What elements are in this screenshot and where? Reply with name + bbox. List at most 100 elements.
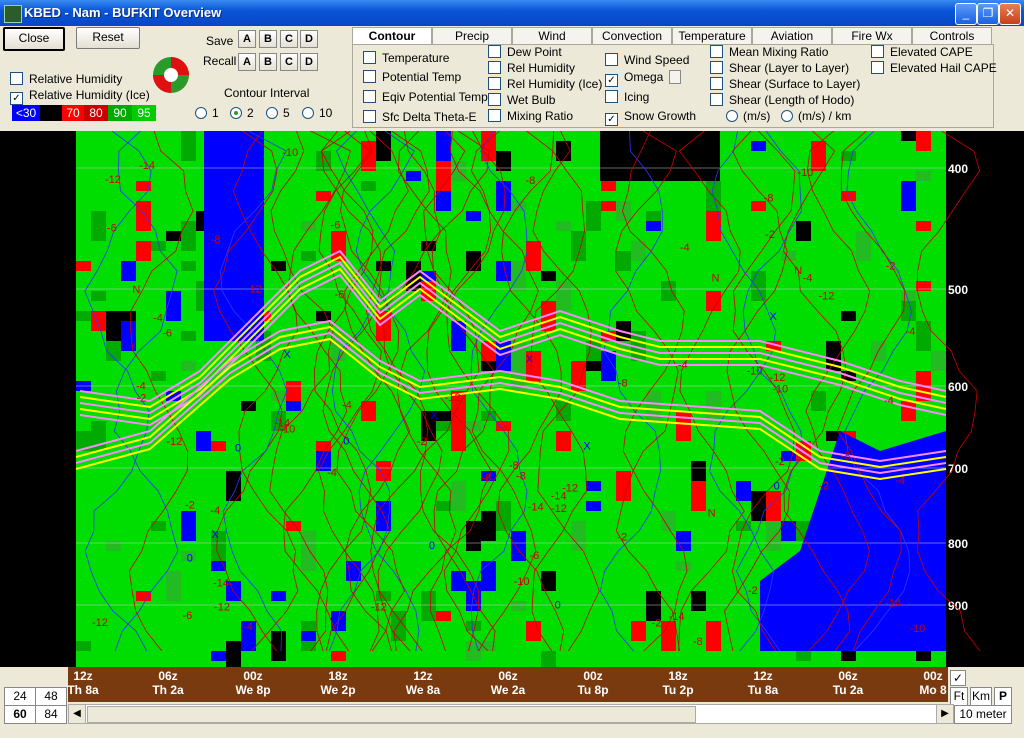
level-select[interactable]: 10 meter [954,705,1012,724]
hours-84-button[interactable]: 84 [35,705,67,724]
scroll-thumb[interactable] [87,706,696,723]
reset-button[interactable]: Reset [76,27,140,49]
tab-controls[interactable]: Controls [912,27,992,44]
recall-slot-a[interactable]: A [238,53,256,71]
tab-temperature[interactable]: Temperature [672,27,752,44]
contour-check-shear-length-of-hodo-[interactable]: Shear (Length of Hodo) [710,93,854,107]
contour-label: -4 [678,359,688,371]
contour-label: X [583,441,591,453]
contour-check-wet-bulb[interactable]: Wet Bulb [488,93,555,107]
close-button[interactable]: Close [3,27,65,51]
rh-cell [781,251,796,261]
recall-slot-b[interactable]: B [259,53,277,71]
tab-wind[interactable]: Wind [512,27,592,44]
contour-label: -12 [246,283,262,295]
tab-aviation[interactable]: Aviation [752,27,832,44]
interval-radio-5[interactable]: 5 [266,106,290,120]
minimize-button[interactable]: _ [955,3,977,25]
recall-slot-c[interactable]: C [280,53,298,71]
contour-label: -10 [747,366,763,378]
contour-check-temperature[interactable]: Temperature [363,51,449,65]
rh-cell [361,401,376,421]
contour-check-shear-layer-to-layer-[interactable]: Shear (Layer to Layer) [710,61,849,75]
rh-cell [526,241,541,271]
rh-cell [376,591,391,601]
check-relative-humidity-ice[interactable]: ✓ Relative Humidity (Ice) [10,88,150,105]
rh-cell [481,561,496,591]
contour-check-rel-humidity[interactable]: Rel Humidity [488,61,575,75]
contour-check-mean-mixing-ratio[interactable]: Mean Mixing Ratio [710,45,828,59]
omega-color-button[interactable] [669,70,681,84]
shear-unit-radio-1[interactable]: (m/s) / km [781,109,851,123]
contour-check-icing[interactable]: Icing [605,90,649,104]
contour-check-elevated-cape[interactable]: Elevated CAPE [871,45,973,59]
contour-label: -12 [818,291,834,303]
tab-strip: Contour Precip Wind Convection Temperature Av… [352,27,992,44]
contour-check-elevated-hail-cape[interactable]: Elevated Hail CAPE [871,61,997,75]
pressure-label-700: 700 [948,462,968,476]
units-km-button[interactable]: Km [970,687,992,706]
interval-radio-10[interactable]: 10 [302,106,332,120]
rh-cell [451,321,466,351]
tab-precip[interactable]: Precip [432,27,512,44]
contour-check-potential-temp[interactable]: Potential Temp [363,70,461,84]
contour-check-rel-humidity-ice-[interactable]: Rel Humidity (Ice) [488,77,602,91]
contour-check-eqiv-potential-temp[interactable]: Eqiv Potential Temp [363,90,488,104]
rh-cell [181,261,196,271]
rh-cell [916,651,931,661]
save-slot-b[interactable]: B [259,30,277,48]
scroll-right-arrow[interactable]: ▶ [936,705,953,723]
contour-check-dew-point[interactable]: Dew Point [488,45,562,59]
rh-cell [481,511,496,541]
rh-cell [91,291,106,301]
save-slot-c[interactable]: C [280,30,298,48]
hours-24-button[interactable]: 24 [4,687,36,706]
rh-cell [451,571,466,591]
time-tick-10: 00z Mo 8 [919,669,947,697]
tab-fire-wx[interactable]: Fire Wx [832,27,912,44]
time-scrollbar[interactable]: ◀ ▶ [68,704,954,724]
rh-cell [751,141,766,151]
window-title: KBED - Nam - BUFKIT Overview [24,5,222,20]
contour-check-mixing-ratio[interactable]: Mixing Ratio [488,109,573,123]
rh-cell [496,421,511,431]
rh-cell [106,541,121,551]
interval-radio-1[interactable]: 1 [195,106,219,120]
save-label: Save [206,34,234,48]
rh-cell [586,481,601,491]
app-icon [4,5,22,23]
scroll-left-arrow[interactable]: ◀ [69,705,86,723]
contour-label: -12 [166,436,182,448]
rh-cell [481,361,496,371]
pressure-label-500: 500 [948,283,968,297]
contour-check-sfc-delta-theta-e[interactable]: Sfc Delta Theta-E [363,110,477,124]
contour-label: 0 [429,540,435,552]
interval-radio-2[interactable]: 2 [230,106,254,120]
rh-cell [511,601,526,611]
units-p-button[interactable]: P [994,687,1012,706]
contour-check-snow-growth[interactable]: ✓ Snow Growth [605,109,696,126]
contour-label: -6 [107,222,117,234]
contour-label: -14 [213,577,229,589]
bufkit-time-height-plot[interactable]: 400 500 600 700 800 900 -14 -8 -2 X -12 -6 -12 N -6 -12… [0,131,1024,667]
time-tick-5: 06z We 2a [490,669,526,697]
rh-cell [181,221,196,251]
check-relative-humidity[interactable]: Relative Humidity [10,72,122,86]
tab-contour[interactable]: Contour [352,27,432,44]
contour-check-shear-surface-to-layer-[interactable]: Shear (Surface to Layer) [710,77,860,91]
contour-label: -8 [764,193,774,205]
hours-60-button[interactable]: 60 [4,705,36,724]
contour-check-omega[interactable]: ✓ Omega [605,70,663,87]
rh-cell [181,331,196,341]
save-slot-a[interactable]: A [238,30,256,48]
save-slot-d[interactable]: D [300,30,318,48]
recall-slot-d[interactable]: D [300,53,318,71]
contour-label: -2 [886,261,896,273]
maximize-button[interactable]: ❐ [977,3,999,25]
shear-unit-radio-0[interactable]: (m/s) [726,109,770,123]
contour-check-wind-speed[interactable]: Wind Speed [605,53,689,67]
tab-convection[interactable]: Convection [592,27,672,44]
close-window-button[interactable]: ✕ [999,3,1021,25]
rh-cell [271,631,286,651]
contour-label: -2 [765,229,775,241]
